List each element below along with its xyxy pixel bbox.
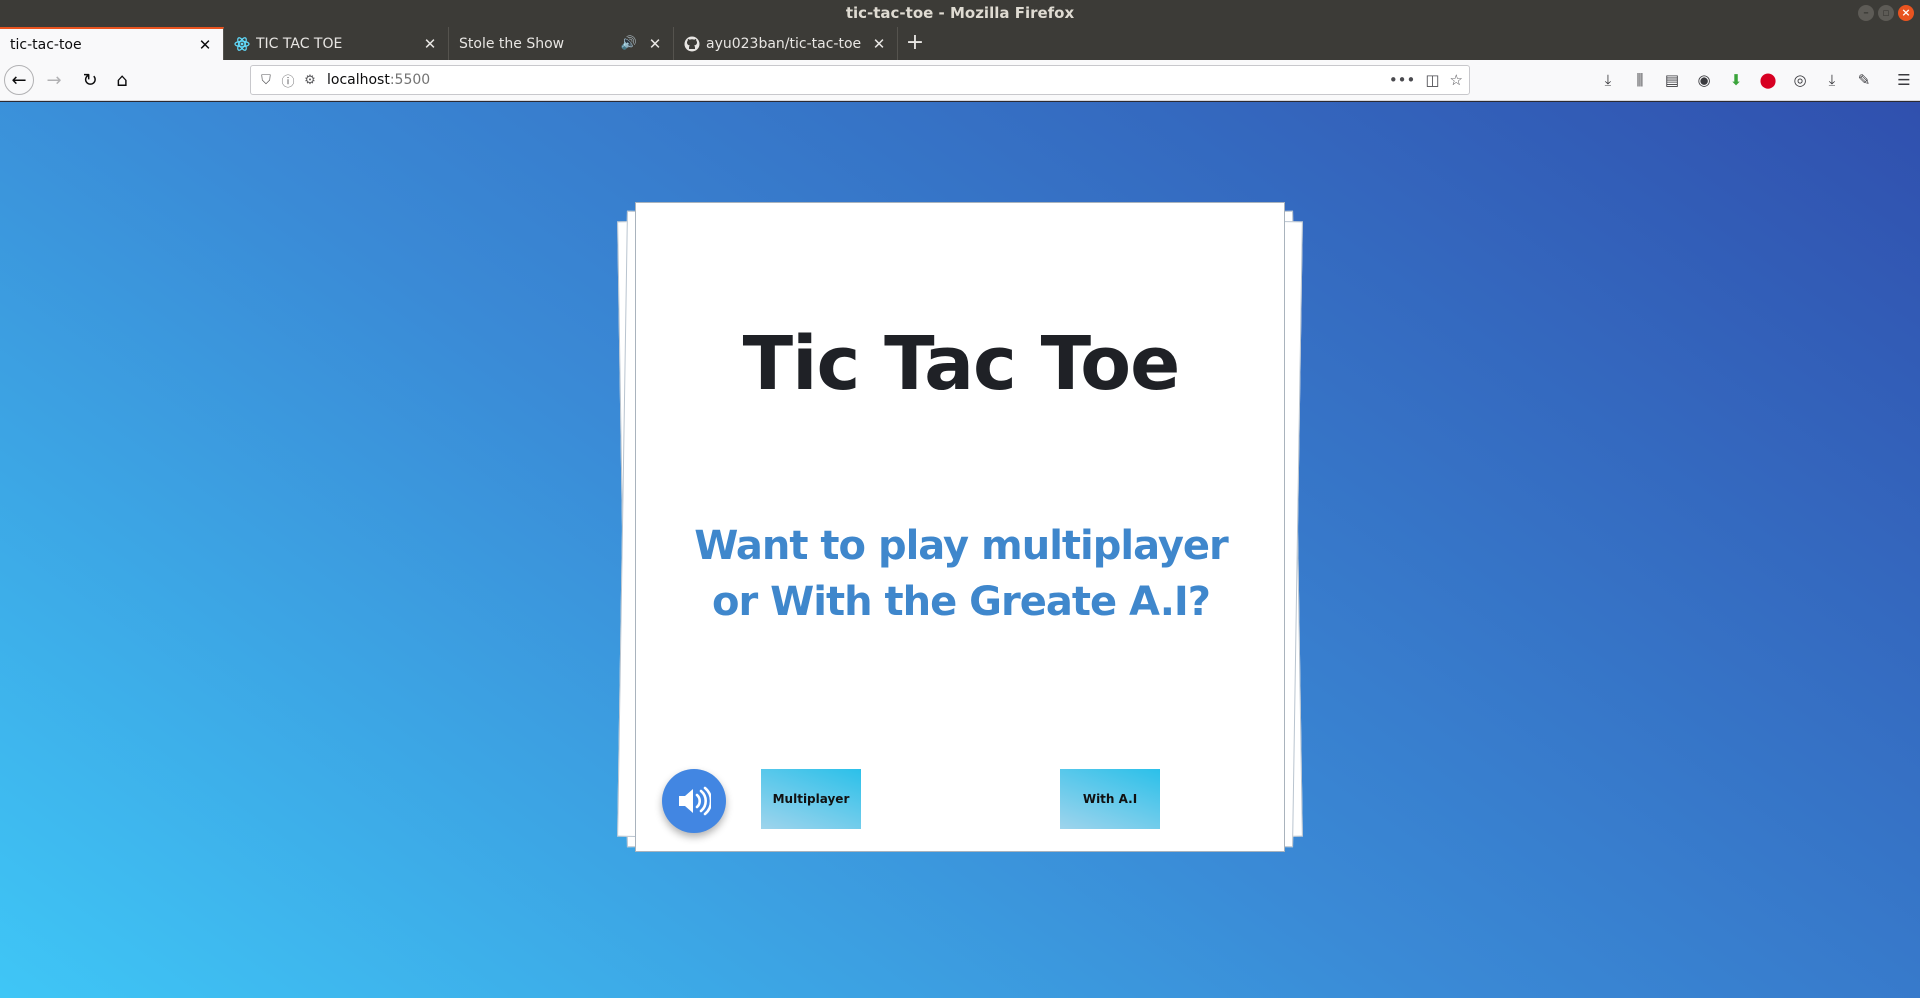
react-icon — [234, 36, 250, 52]
navigation-toolbar: ← → ↻ ⌂ ⛉ ⓘ ⚙ localhost:5500 ••• ◫ ☆ ⤓ ⫼… — [0, 60, 1920, 101]
back-arrow-icon[interactable]: ← — [4, 65, 34, 95]
reload-icon[interactable]: ↻ — [74, 64, 106, 96]
window-controls: – ▫ × — [1858, 5, 1914, 21]
tab-label: ayu023ban/tic-tac-toe — [706, 35, 862, 52]
extension-green-icon[interactable]: ⬇ — [1720, 64, 1752, 96]
close-tab-icon[interactable]: ✕ — [422, 35, 438, 53]
toolbar-extensions: ⤓ ⫼ ▤ ◉ ⬇ ⬤ ◎ ⤓ ✎ ☰ — [1592, 60, 1920, 100]
ublock-icon[interactable]: ⬤ — [1752, 64, 1784, 96]
permissions-icon[interactable]: ⚙ — [299, 73, 321, 88]
sidebar-icon[interactable]: ▤ — [1656, 64, 1688, 96]
url-port: :5500 — [389, 72, 431, 88]
sound-toggle-button[interactable] — [662, 769, 726, 833]
window-titlebar: tic-tac-toe - Mozilla Firefox – ▫ × — [0, 0, 1920, 27]
game-title: Tic Tac Toe — [742, 321, 1181, 407]
eyedropper-icon[interactable]: ✎ — [1848, 64, 1880, 96]
multiplayer-button[interactable]: Multiplayer — [761, 769, 861, 829]
info-icon[interactable]: ⓘ — [277, 71, 299, 90]
bookmark-star-icon[interactable]: ☆ — [1450, 71, 1463, 89]
tab-tic-tac-toe[interactable]: tic-tac-toe ✕ — [0, 27, 224, 60]
url-text[interactable]: localhost:5500 — [327, 72, 430, 88]
window-title: tic-tac-toe - Mozilla Firefox — [845, 4, 1075, 22]
speaker-icon — [679, 786, 711, 816]
game-card: Tic Tac Toe Want to play multiplayer or … — [635, 202, 1285, 852]
tab-label: TIC TAC TOE — [256, 35, 343, 52]
download-helper-icon[interactable]: ⤓ — [1816, 64, 1848, 96]
page-viewport: Tic Tac Toe Want to play multiplayer or … — [0, 102, 1920, 998]
tab-tic-tac-toe-react[interactable]: TIC TAC TOE ✕ — [224, 27, 449, 60]
close-tab-icon[interactable]: ✕ — [197, 36, 213, 54]
extension-ring-icon[interactable]: ◎ — [1784, 64, 1816, 96]
speaker-icon[interactable]: 🔊 — [621, 36, 637, 51]
new-tab-icon[interactable]: + — [898, 27, 932, 60]
minimize-icon[interactable]: – — [1858, 5, 1874, 21]
downloads-icon[interactable]: ⤓ — [1592, 64, 1624, 96]
url-actions: ••• ◫ ☆ — [1389, 66, 1463, 94]
close-window-icon[interactable]: × — [1898, 5, 1914, 21]
mode-question: Want to play multiplayer or With the Gre… — [694, 523, 1229, 625]
tab-label: tic-tac-toe — [10, 36, 82, 53]
with-ai-button[interactable]: With A.I — [1060, 769, 1160, 829]
tab-github-repo[interactable]: ayu023ban/tic-tac-toe ✕ — [674, 27, 898, 60]
close-tab-icon[interactable]: ✕ — [871, 35, 887, 53]
page-actions-icon[interactable]: ••• — [1389, 71, 1416, 89]
url-host: localhost — [327, 72, 390, 88]
close-tab-icon[interactable]: ✕ — [647, 35, 663, 53]
home-icon[interactable]: ⌂ — [106, 64, 138, 96]
menu-hamburger-icon[interactable]: ☰ — [1888, 64, 1920, 96]
library-icon[interactable]: ⫼ — [1624, 64, 1656, 96]
pocket-icon[interactable]: ◫ — [1425, 71, 1439, 89]
tab-strip: tic-tac-toe ✕ TIC TAC TOE ✕ Stole the Sh… — [0, 27, 1920, 60]
maximize-icon[interactable]: ▫ — [1878, 5, 1894, 21]
url-bar[interactable]: ⛉ ⓘ ⚙ localhost:5500 ••• ◫ ☆ — [250, 65, 1470, 95]
tab-stole-the-show[interactable]: Stole the Show 🔊 ✕ — [449, 27, 674, 60]
tab-label: Stole the Show — [459, 35, 565, 52]
github-icon — [684, 36, 700, 52]
account-icon[interactable]: ◉ — [1688, 64, 1720, 96]
shield-icon[interactable]: ⛉ — [255, 73, 277, 88]
forward-arrow-icon[interactable]: → — [38, 64, 70, 96]
